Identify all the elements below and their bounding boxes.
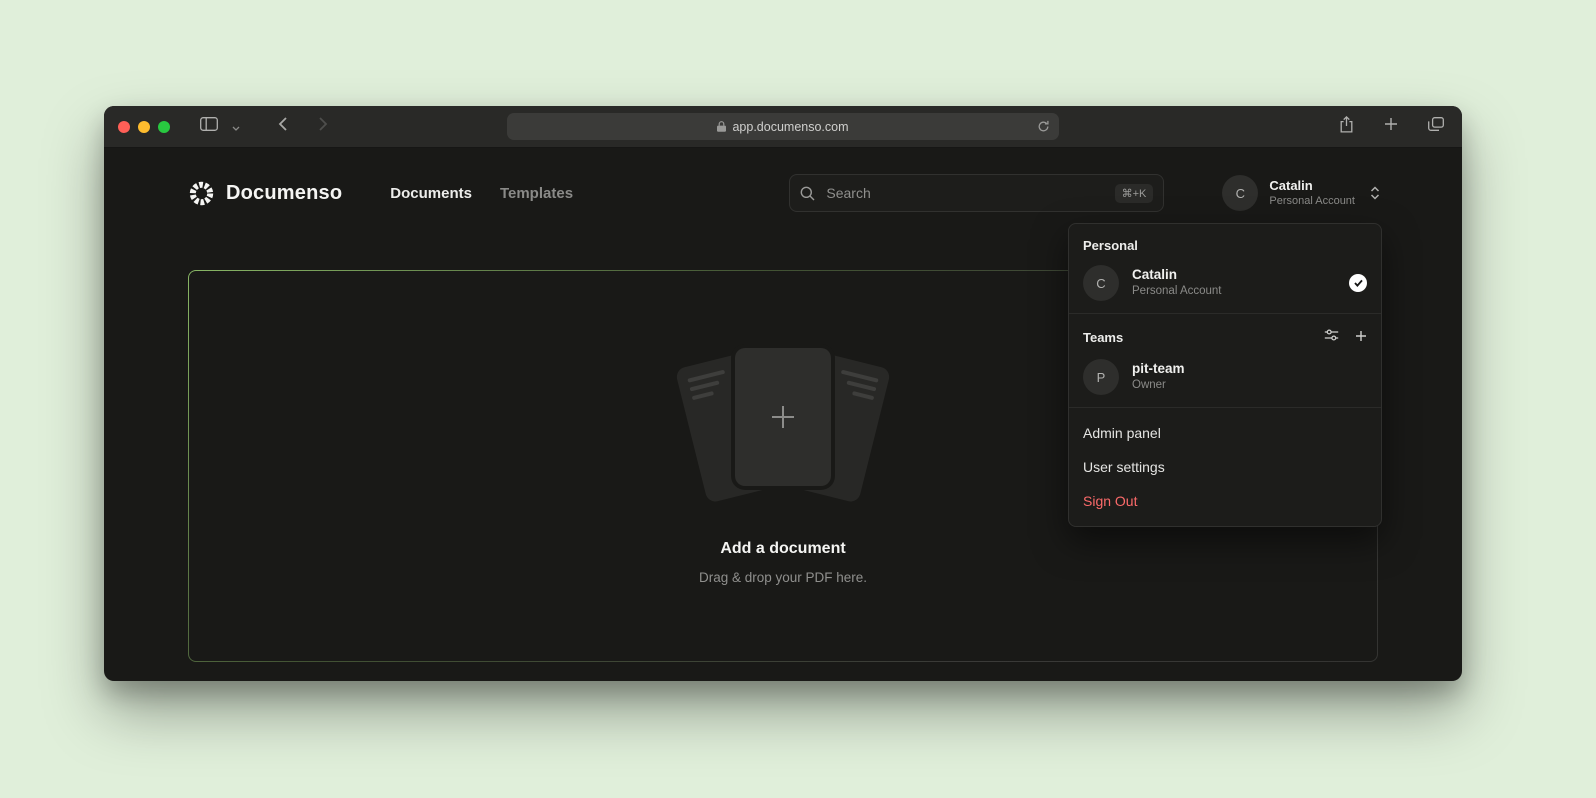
tabs-overview-button[interactable]	[1424, 113, 1448, 140]
chevron-right-icon	[319, 117, 328, 136]
sidebar-toggle-button[interactable]	[196, 113, 222, 140]
share-icon	[1339, 116, 1354, 138]
sidebar-menu-chevron-button[interactable]	[228, 114, 244, 140]
app-header: Documenso Documents Templates ⌘+K C Cata…	[188, 164, 1380, 222]
chevron-left-icon	[278, 117, 287, 136]
url-text: app.documenso.com	[732, 120, 848, 134]
new-tab-button[interactable]	[1380, 113, 1402, 140]
team-avatar: P	[1083, 359, 1119, 395]
share-button[interactable]	[1335, 112, 1358, 142]
add-team-button[interactable]	[1355, 329, 1367, 347]
dropzone-subtitle: Drag & drop your PDF here.	[699, 570, 867, 585]
zoom-window-button[interactable]	[158, 121, 170, 133]
personal-avatar: C	[1083, 265, 1119, 301]
document-cards-illustration	[668, 348, 898, 500]
chevron-updown-icon	[1370, 185, 1380, 201]
url-field[interactable]: app.documenso.com	[507, 113, 1059, 140]
close-window-button[interactable]	[118, 121, 130, 133]
account-avatar: C	[1222, 175, 1258, 211]
account-name: Catalin	[1269, 178, 1355, 194]
personal-name: Catalin	[1132, 266, 1222, 284]
tabs-overview-icon	[1428, 117, 1444, 136]
personal-section: Personal C Catalin Personal Account	[1069, 224, 1381, 313]
brand[interactable]: Documenso	[188, 180, 342, 207]
lock-icon	[717, 121, 726, 132]
team-name: pit-team	[1132, 360, 1185, 378]
browser-titlebar: app.documenso.com	[104, 106, 1462, 148]
menu-item-sign-out[interactable]: Sign Out	[1069, 484, 1381, 518]
forward-button[interactable]	[315, 113, 332, 140]
reload-button[interactable]	[1037, 120, 1050, 136]
selected-check-icon	[1349, 274, 1367, 292]
search-shortcut-badge: ⌘+K	[1115, 184, 1154, 203]
chevron-down-icon	[232, 118, 240, 136]
account-menu-button[interactable]: C Catalin Personal Account	[1222, 175, 1380, 211]
sidebar-icon	[200, 117, 218, 136]
back-button[interactable]	[274, 113, 291, 140]
account-dropdown-menu: Personal C Catalin Personal Account Team…	[1068, 223, 1382, 527]
plus-icon	[1384, 117, 1398, 136]
nav-documents[interactable]: Documents	[390, 185, 472, 202]
add-team-plus-icon	[1355, 329, 1367, 347]
search-box[interactable]: ⌘+K	[789, 174, 1164, 212]
personal-account-item[interactable]: C Catalin Personal Account	[1081, 265, 1369, 301]
search-icon	[800, 186, 815, 201]
manage-teams-button[interactable]	[1324, 328, 1339, 347]
add-document-plus-icon	[768, 402, 798, 432]
teams-section: Teams P pit-tea	[1069, 313, 1381, 407]
menu-item-admin-panel[interactable]: Admin panel	[1069, 416, 1381, 450]
team-item[interactable]: P pit-team Owner	[1081, 359, 1369, 395]
documenso-logo-icon	[188, 180, 215, 207]
personal-subtitle: Personal Account	[1132, 284, 1222, 300]
traffic-lights	[118, 121, 170, 133]
browser-window: app.documenso.com	[104, 106, 1462, 681]
team-role: Owner	[1132, 378, 1185, 394]
menu-item-user-settings[interactable]: User settings	[1069, 450, 1381, 484]
manage-teams-sliders-icon	[1324, 328, 1339, 347]
dropzone-title: Add a document	[720, 540, 845, 558]
search-input[interactable]	[824, 184, 1105, 202]
card-front	[735, 348, 831, 486]
main-nav: Documents Templates	[390, 185, 573, 202]
personal-section-label: Personal	[1083, 238, 1369, 253]
reload-icon	[1037, 120, 1050, 136]
nav-templates[interactable]: Templates	[500, 185, 573, 202]
brand-name: Documenso	[226, 182, 342, 205]
account-subtitle: Personal Account	[1269, 194, 1355, 208]
minimize-window-button[interactable]	[138, 121, 150, 133]
menu-items-section: Admin panel User settings Sign Out	[1069, 407, 1381, 526]
teams-section-label: Teams	[1083, 330, 1123, 345]
